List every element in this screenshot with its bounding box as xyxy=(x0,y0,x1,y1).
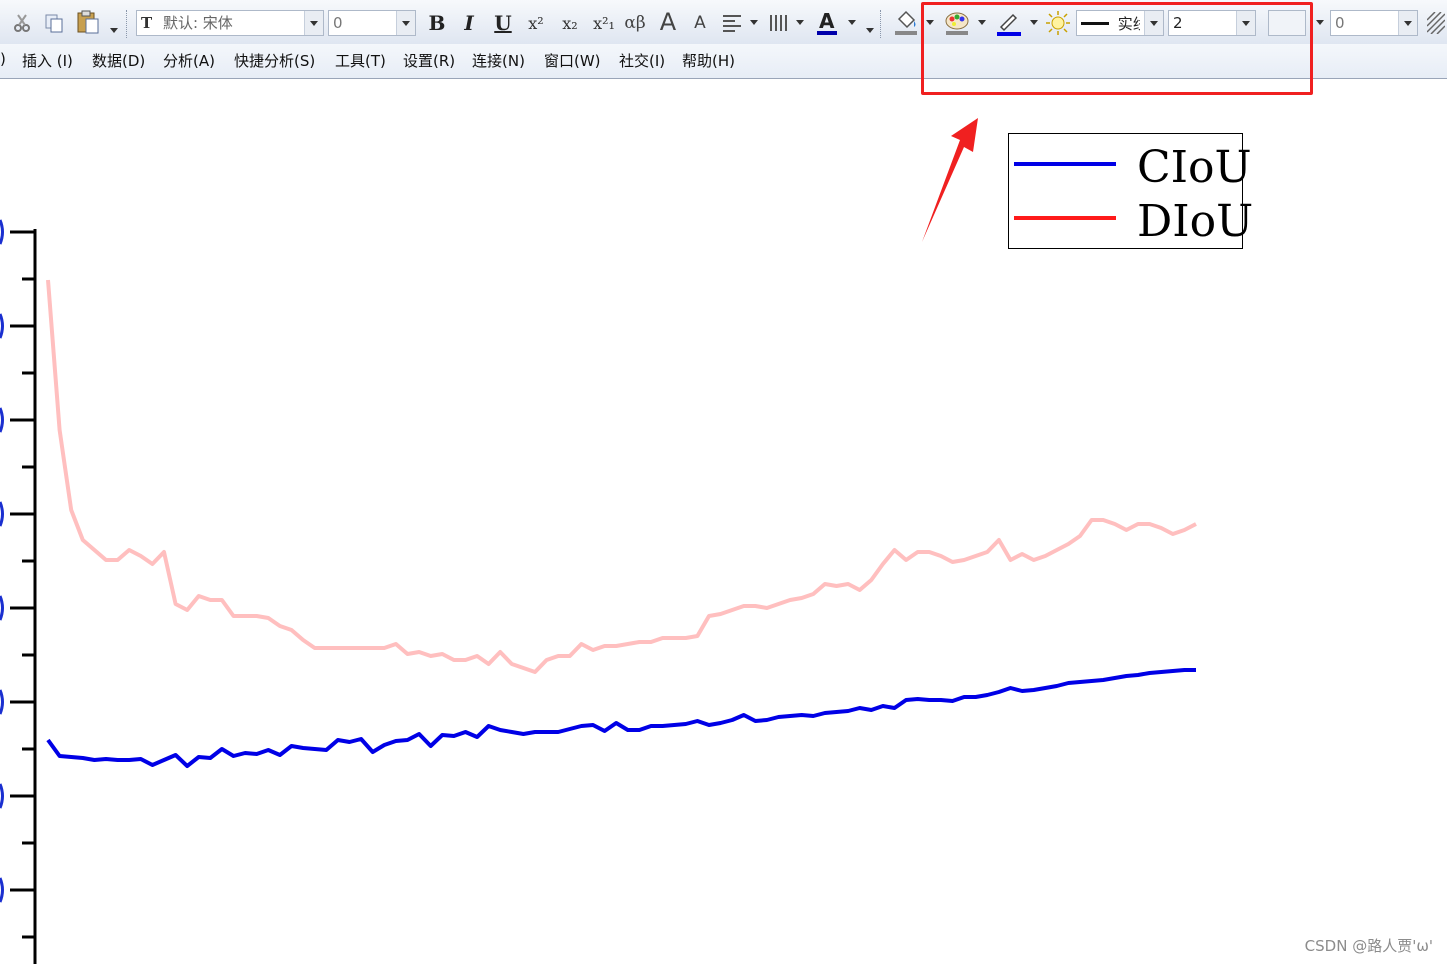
y-tick-label-fragment xyxy=(0,595,4,621)
line-chart: CIoU DIoU xyxy=(0,118,1253,964)
series-group xyxy=(46,279,1197,768)
annotation-arrow xyxy=(922,118,978,242)
legend-label-ciou: CIoU xyxy=(1137,142,1252,193)
y-axis-tick-labels xyxy=(0,219,4,903)
y-axis-ticks xyxy=(10,230,35,939)
y-tick-label-fragment xyxy=(0,877,4,903)
series-line-diou[interactable] xyxy=(46,279,1197,674)
legend: CIoU DIoU xyxy=(1008,133,1253,249)
watermark: CSDN @路人贾'ω' xyxy=(1304,937,1433,955)
y-tick-label-fragment xyxy=(0,407,4,433)
y-tick-label-fragment xyxy=(0,313,4,339)
y-tick-label-fragment xyxy=(0,219,4,245)
y-tick-label-fragment xyxy=(0,501,4,527)
legend-label-diou: DIoU xyxy=(1137,196,1253,247)
y-tick-label-fragment xyxy=(0,689,4,715)
y-tick-label-fragment xyxy=(0,783,4,809)
series-line-ciou[interactable] xyxy=(46,668,1196,768)
